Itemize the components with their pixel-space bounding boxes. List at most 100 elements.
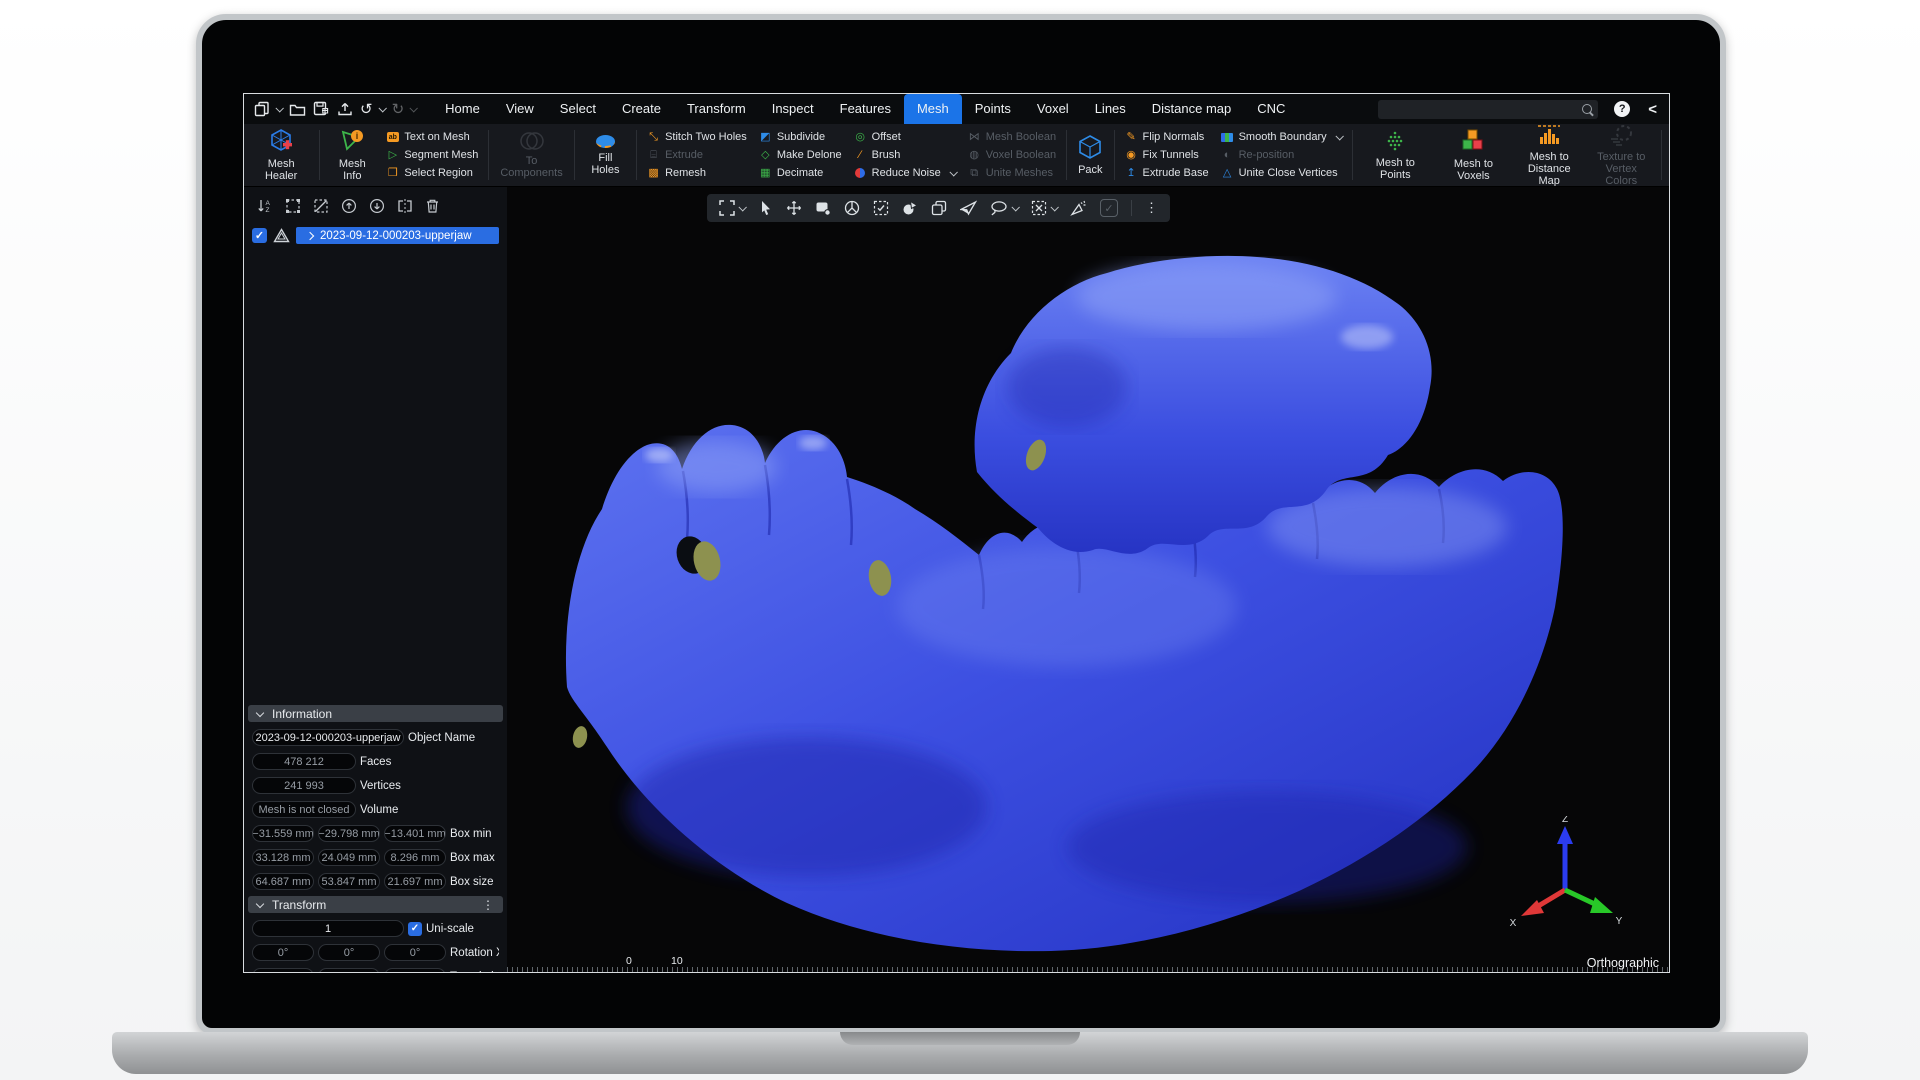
rotation-label: Rotation XYZ	[450, 947, 499, 959]
move-down-icon[interactable]	[369, 198, 385, 214]
search-box[interactable]	[1378, 100, 1598, 119]
sphere-modifier-icon[interactable]	[902, 200, 918, 216]
mesh-to-voxels-button[interactable]: Mesh to Voxels	[1434, 128, 1513, 182]
menu-item-lines[interactable]: Lines	[1082, 94, 1139, 124]
visibility-checkbox[interactable]: ✓	[252, 228, 267, 243]
text-on-mesh-button[interactable]: ab Text on Mesh	[386, 130, 478, 144]
axis-gizmo[interactable]: Z X Y	[1505, 816, 1625, 942]
translation-y-input[interactable]: 0 mm	[318, 968, 380, 972]
decimate-button[interactable]: ▦ Decimate	[759, 166, 842, 180]
reposition-shape-icon[interactable]	[815, 200, 831, 216]
mesh-to-distance-map-button[interactable]: Mesh to Distance Map	[1513, 124, 1586, 187]
offset-button[interactable]: ◎ Offset	[854, 130, 956, 144]
deselect-box-button[interactable]	[1031, 200, 1057, 216]
menu-item-features[interactable]: Features	[827, 94, 904, 124]
collapse-ribbon-button[interactable]: <	[1648, 101, 1657, 118]
menu-item-inspect[interactable]: Inspect	[759, 94, 827, 124]
magic-wand-icon[interactable]	[1070, 200, 1087, 216]
pack-icon	[1078, 134, 1102, 160]
menu-item-distance-map[interactable]: Distance map	[1139, 94, 1244, 124]
menu-item-view[interactable]: View	[493, 94, 547, 124]
translation-z-input[interactable]: 0 mm	[384, 968, 446, 972]
remesh-button[interactable]: ▩ Remesh	[647, 166, 747, 180]
reduce-noise-button[interactable]: Reduce Noise	[854, 166, 956, 180]
menu-item-cnc[interactable]: CNC	[1244, 94, 1298, 124]
rotation-x-input[interactable]: 0°	[252, 944, 314, 961]
voxel-boolean-button[interactable]: ◍ Voxel Boolean	[968, 148, 1056, 162]
trackball-icon[interactable]	[844, 200, 860, 216]
help-button[interactable]: ?	[1614, 101, 1630, 117]
fit-view-button[interactable]	[719, 200, 745, 216]
transform-section-header[interactable]: Transform ⋮	[248, 896, 503, 913]
export-button[interactable]	[337, 101, 353, 117]
menu-item-points[interactable]: Points	[962, 94, 1024, 124]
uni-scale-checkbox[interactable]: ✓	[408, 922, 422, 936]
unite-close-vertices-button[interactable]: △ Unite Close Vertices	[1221, 166, 1342, 180]
fix-tunnels-button[interactable]: ◉ Fix Tunnels	[1125, 148, 1209, 162]
pack-button[interactable]: Pack	[1071, 134, 1109, 176]
menu-item-create[interactable]: Create	[609, 94, 674, 124]
stitch-two-holes-button[interactable]: ⤡ Stitch Two Holes	[647, 130, 747, 144]
box-size-label: Box size	[450, 876, 493, 888]
translation-x-input[interactable]: 0 mm	[252, 968, 314, 972]
deselect-all-icon[interactable]	[313, 198, 329, 214]
sort-az-icon[interactable]: AZ	[257, 198, 273, 214]
new-project-button[interactable]	[254, 101, 282, 117]
plane-tool-icon[interactable]	[960, 200, 977, 216]
fill-holes-button[interactable]: Fill Holes	[579, 135, 632, 176]
object-name-input[interactable]: 2023-09-12-000203-upperjaw	[252, 729, 404, 746]
flip-view-icon[interactable]	[397, 198, 413, 214]
select-region-button[interactable]: ❒ Select Region	[386, 166, 478, 180]
mesh-boolean-button[interactable]: ⋈ Mesh Boolean	[968, 130, 1056, 144]
select-box-icon[interactable]	[873, 200, 889, 216]
re-position-button[interactable]: ◐ Re-position	[1221, 148, 1342, 162]
redo-button[interactable]: ↻	[392, 102, 417, 117]
transform-menu-icon[interactable]: ⋮	[482, 899, 494, 911]
chevron-down-icon	[1050, 203, 1058, 211]
box-min-z: −13.401 mm	[384, 825, 446, 842]
menu-item-select[interactable]: Select	[547, 94, 609, 124]
menu-item-voxel[interactable]: Voxel	[1024, 94, 1082, 124]
smooth-boundary-button[interactable]: Smooth Boundary	[1221, 130, 1342, 144]
scale-input[interactable]: 1	[252, 920, 404, 937]
jaw-scan-model[interactable]	[507, 187, 1669, 972]
rotation-y-input[interactable]: 0°	[318, 944, 380, 961]
apply-check-button[interactable]: ✓	[1100, 199, 1118, 217]
delete-icon[interactable]	[425, 198, 440, 214]
select-all-icon[interactable]	[285, 198, 301, 214]
save-scene-button[interactable]	[313, 101, 330, 117]
projection-mode-label[interactable]: Orthographic	[1587, 956, 1659, 970]
extrude-button[interactable]: ⌸ Extrude	[647, 148, 747, 162]
undo-button[interactable]: ↺	[360, 102, 385, 117]
to-components-button[interactable]: To Components	[493, 131, 569, 179]
lasso-select-button[interactable]	[990, 200, 1018, 216]
rotation-z-input[interactable]: 0°	[384, 944, 446, 961]
flip-normals-button[interactable]: ✎ Flip Normals	[1125, 130, 1209, 144]
select-cursor-icon[interactable]	[758, 200, 773, 216]
move-up-icon[interactable]	[341, 198, 357, 214]
tree-item-upperjaw[interactable]: 2023-09-12-000203-upperjaw	[296, 227, 499, 244]
menu-item-mesh-active[interactable]: Mesh	[904, 94, 962, 124]
information-section-header[interactable]: Information	[248, 705, 503, 722]
extrude-base-button[interactable]: ↥ Extrude Base	[1125, 166, 1209, 180]
subdivide-label: Subdivide	[777, 131, 825, 143]
segment-mesh-button[interactable]: ▷ Segment Mesh	[386, 148, 478, 162]
viewport-3d[interactable]: ✓ ⋮ 0 10 Z	[507, 187, 1669, 972]
viewport-toolbar-menu-icon[interactable]: ⋮	[1145, 200, 1158, 216]
menu-item-transform[interactable]: Transform	[674, 94, 759, 124]
mesh-info-button[interactable]: i Mesh Info	[324, 128, 380, 182]
duplicate-icon[interactable]	[931, 200, 947, 216]
mesh-to-points-button[interactable]: Mesh to Points	[1357, 129, 1434, 181]
brush-button[interactable]: ∕ Brush	[854, 148, 956, 162]
subdivide-button[interactable]: ◩ Subdivide	[759, 130, 842, 144]
ribbon-column-stitch: ⤡ Stitch Two Holes ⌸ Extrude ▩ Remesh	[641, 130, 753, 180]
mesh-healer-button[interactable]: Mesh Healer	[247, 128, 315, 182]
remesh-label: Remesh	[665, 167, 706, 179]
make-delone-button[interactable]: ◇ Make Delone	[759, 148, 842, 162]
texture-to-vertex-colors-button[interactable]: Texture to Vertex Colors	[1586, 124, 1657, 187]
unite-meshes-button[interactable]: ⧉ Unite Meshes	[968, 166, 1056, 180]
menu-item-home[interactable]: Home	[432, 94, 493, 124]
move-tool-icon[interactable]	[786, 200, 802, 216]
search-input[interactable]	[1384, 101, 1582, 117]
open-file-button[interactable]	[289, 102, 306, 117]
